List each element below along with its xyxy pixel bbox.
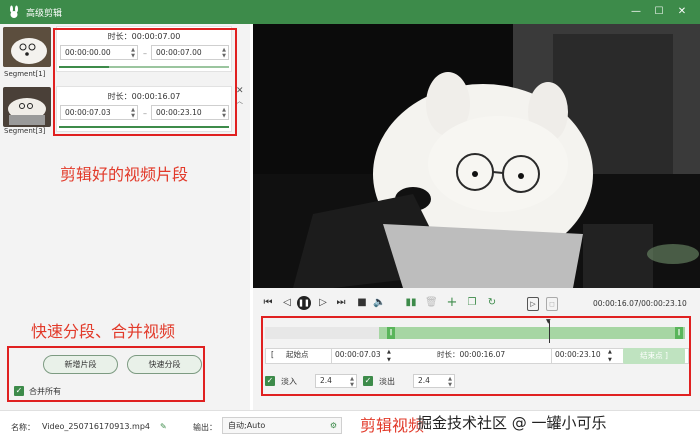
close-icon[interactable]: ✕ [236, 86, 244, 96]
chevron-down-icon[interactable]: ︿ [236, 96, 243, 106]
gear-icon[interactable]: ⚙ [330, 418, 337, 433]
segment-panel: Segment[1] 时长：00:00:07.00 00:00:00.00 ▲ ▼ … [0, 24, 250, 410]
segment-label: Segment[1] [4, 70, 46, 78]
mark-in-icon[interactable]: ▷ [527, 297, 539, 311]
segment-thumbnail [3, 87, 51, 127]
add-segment-button[interactable]: 新增片段 [43, 355, 118, 374]
annotation-split-merge: 快速分段、合并视频 [31, 322, 176, 341]
title-bar: 高级剪辑 — ☐ ✕ [0, 0, 700, 24]
pause-button[interactable]: ❚❚ [297, 296, 311, 310]
segment-thumbnail [3, 27, 51, 67]
step-forward-icon[interactable]: ▷ [317, 297, 329, 309]
video-preview[interactable] [253, 24, 700, 288]
merge-all-label: 合并所有 [29, 387, 61, 396]
clips-highlight-box [53, 28, 237, 136]
copy-icon[interactable]: ❐ [466, 297, 478, 309]
refresh-icon[interactable]: ↻ [486, 297, 498, 309]
segment-label: Segment[3] [4, 127, 46, 135]
stop-icon[interactable]: ■ [356, 297, 368, 309]
file-name: Video_250716170913.mp4 [42, 422, 150, 431]
maximize-button[interactable]: ☐ [651, 4, 667, 20]
split-icon[interactable]: ▮▮ [405, 297, 417, 309]
footer: 名称： Video_250716170913.mp4 ✎ 输出： 自动;Auto… [0, 410, 700, 448]
name-label: 名称： [11, 423, 35, 432]
annotation-edit: 剪辑视频 [360, 416, 425, 435]
editor-controls: ⏮ ◁ ❚❚ ▷ ⏭ ■ 🔈 ▮▮ 🗑 + ❐ ↻ ▷ ◻ 00:00:16.0… [253, 288, 700, 410]
output-path-field[interactable]: 自动;Auto ⚙ [222, 417, 342, 434]
merge-all-checkbox[interactable]: ✓ [14, 386, 24, 396]
time-readout: 00:00:16.07/00:00:23.10 [593, 299, 687, 308]
window-title: 高级剪辑 [26, 9, 63, 19]
edit-name-icon[interactable]: ✎ [160, 422, 167, 431]
skip-to-start-icon[interactable]: ⏮ [262, 297, 274, 309]
step-back-icon[interactable]: ◁ [281, 297, 293, 309]
mark-out-icon[interactable]: ◻ [546, 297, 558, 311]
minimize-button[interactable]: — [628, 4, 644, 20]
edit-highlight-box [261, 316, 691, 396]
annotation-clips: 剪辑好的视频片段 [60, 165, 189, 184]
skip-to-end-icon[interactable]: ⏭ [335, 297, 347, 309]
quick-split-button[interactable]: 快速分段 [127, 355, 202, 374]
close-button[interactable]: ✕ [674, 4, 690, 20]
output-label: 输出： [193, 423, 217, 432]
rabbit-icon [10, 5, 18, 18]
volume-icon[interactable]: 🔈 [373, 297, 385, 309]
watermark-text: 掘金技术社区 @ 一罐小可乐 [417, 414, 607, 432]
add-icon[interactable]: + [446, 296, 458, 309]
delete-icon[interactable]: 🗑 [425, 297, 438, 309]
